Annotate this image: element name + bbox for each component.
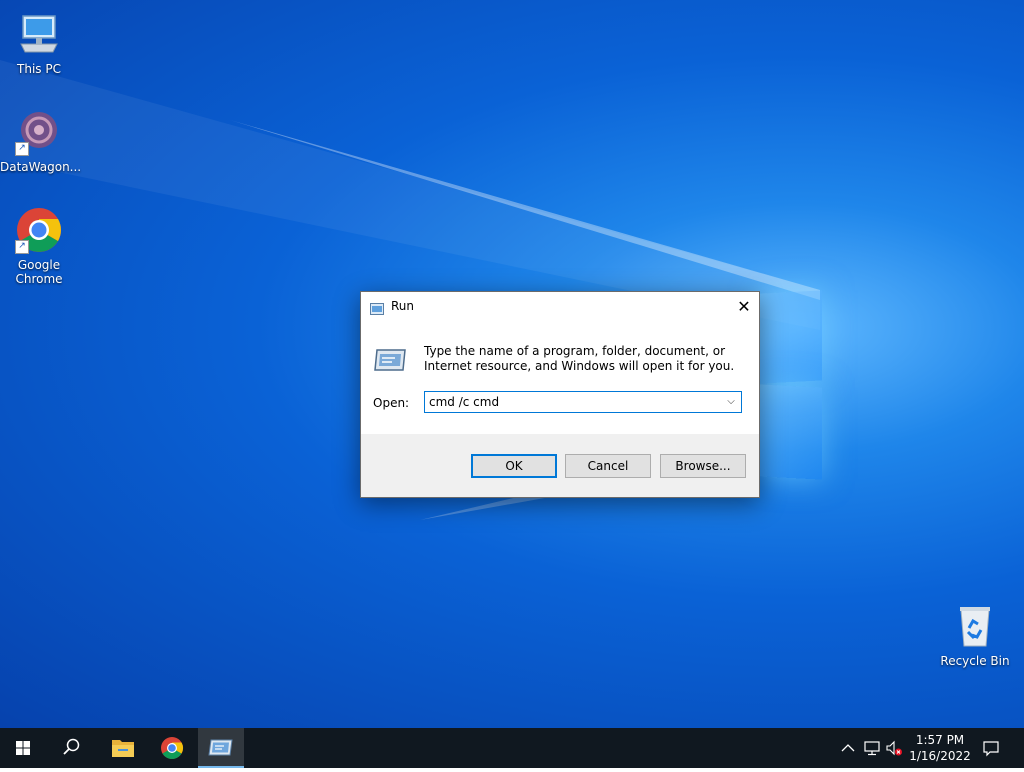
desktop-icon-google-chrome[interactable]: ↗ Google Chrome [0, 206, 78, 286]
chrome-taskbar-button[interactable] [149, 728, 195, 768]
volume-muted-icon[interactable] [884, 738, 904, 758]
desktop-icon-recycle-bin[interactable]: Recycle Bin [936, 602, 1014, 668]
start-button[interactable] [0, 728, 46, 768]
file-explorer-icon [112, 740, 134, 757]
shortcut-arrow-icon: ↗ [15, 142, 29, 156]
chevron-down-icon[interactable]: ⌵ [722, 393, 740, 411]
open-combobox[interactable]: ⌵ [424, 391, 742, 413]
dialog-description: Type the name of a program, folder, docu… [424, 344, 735, 373]
run-dialog: Run ✕ Type the name of a program, folder… [360, 291, 760, 498]
cancel-button[interactable]: Cancel [565, 454, 651, 478]
notification-icon[interactable] [981, 738, 1001, 758]
dialog-body: Type the name of a program, folder, docu… [361, 322, 759, 434]
run-icon [370, 300, 384, 315]
chrome-icon [161, 737, 183, 759]
taskbar: 1:57 PM 1/16/2022 [0, 728, 1024, 768]
datawagon-icon: ↗ [15, 108, 63, 156]
clock-date: 1/16/2022 [909, 749, 971, 763]
network-icon[interactable] [862, 738, 882, 758]
this-pc-icon [15, 10, 63, 58]
desktop-icon-label: DataWagon... [0, 160, 82, 174]
dialog-title: Run [391, 299, 415, 313]
file-explorer-taskbar-button[interactable] [100, 728, 146, 768]
chevron-up-icon[interactable] [838, 738, 858, 758]
search-button[interactable] [48, 728, 94, 768]
search-icon [63, 738, 80, 755]
run-taskbar-button[interactable] [198, 728, 244, 768]
shortcut-arrow-icon: ↗ [15, 240, 29, 254]
clock-time: 1:57 PM [915, 733, 965, 747]
desktop-icon-datawagon[interactable]: ↗ DataWagon... [0, 108, 82, 174]
desktop: This PC ↗ DataWagon... ↗ Google Chrome R… [0, 0, 1024, 728]
desktop-icon-this-pc[interactable]: This PC [0, 10, 78, 76]
open-label: Open: [373, 396, 410, 410]
desktop-icon-label: Google Chrome [15, 258, 63, 286]
recycle-bin-icon [951, 602, 999, 650]
desktop-icon-label: This PC [17, 62, 61, 76]
clock[interactable]: 1:57 PM 1/16/2022 [906, 732, 974, 764]
wallpaper-logo-pane [760, 290, 822, 384]
run-program-icon [373, 347, 407, 373]
wallpaper-logo-pane [760, 384, 822, 480]
ok-button[interactable]: OK [471, 454, 557, 478]
start-icon [16, 741, 30, 755]
run-icon [208, 739, 233, 756]
browse-button[interactable]: Browse... [660, 454, 746, 478]
close-button[interactable]: ✕ [729, 292, 759, 322]
title-bar[interactable]: Run ✕ [361, 292, 759, 322]
desktop-icon-label: Recycle Bin [940, 654, 1010, 668]
open-input[interactable] [429, 395, 709, 409]
chrome-icon: ↗ [15, 206, 63, 254]
